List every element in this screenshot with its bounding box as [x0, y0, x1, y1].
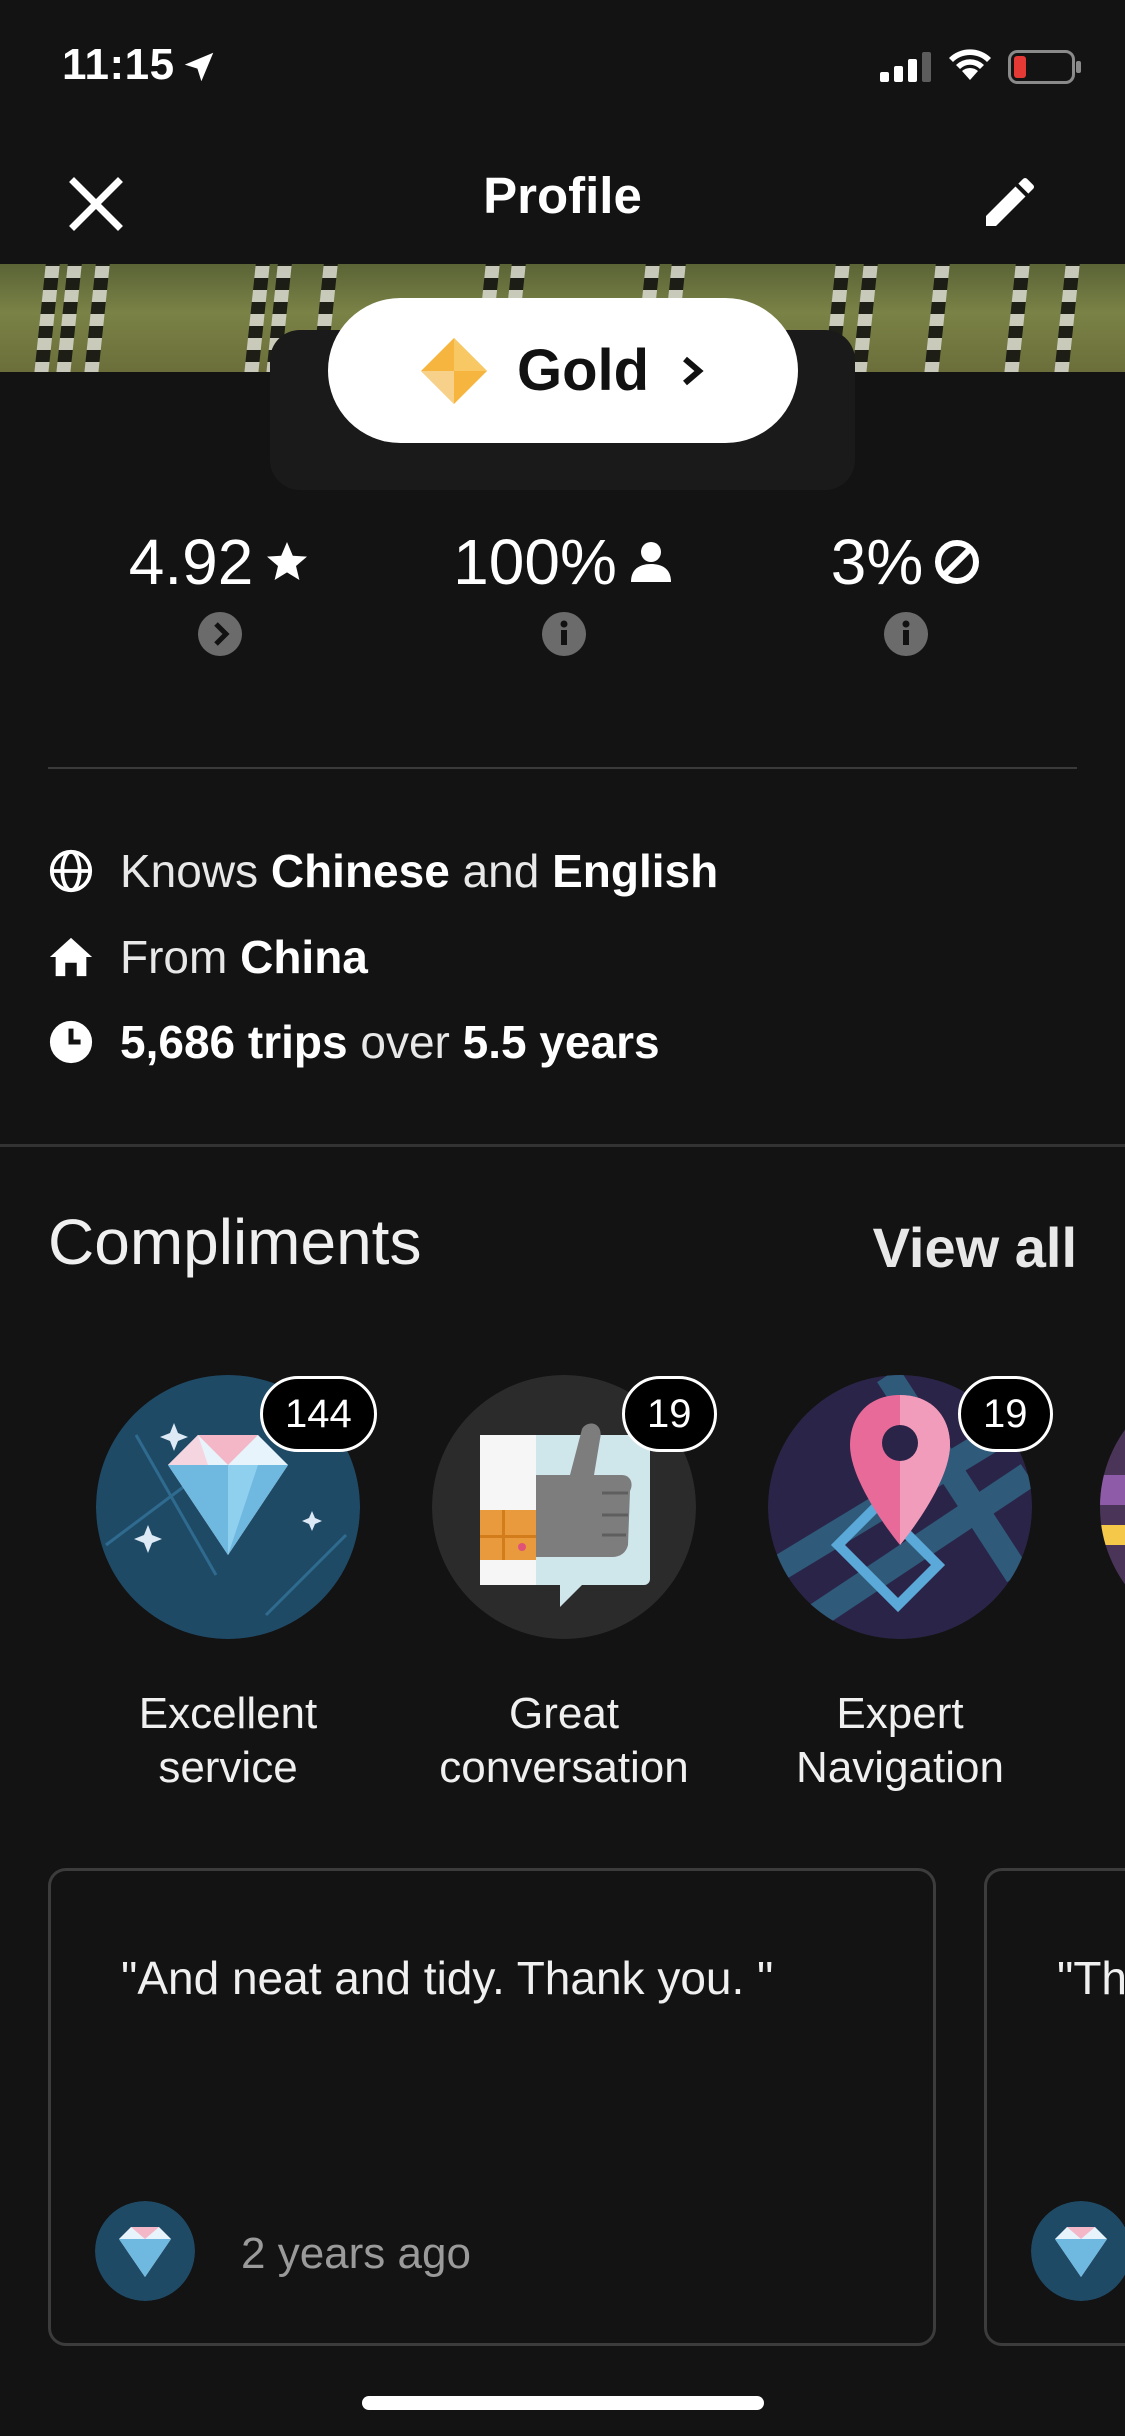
- clock-icon: [49, 1020, 93, 1064]
- diamond-badge-icon: [1031, 2201, 1125, 2301]
- compliment-count-badge: 19: [622, 1376, 717, 1452]
- languages-joiner: and: [462, 845, 540, 897]
- wifi-icon: [949, 49, 991, 80]
- chevron-right-circle-icon[interactable]: [197, 611, 243, 657]
- status-time: 11:15: [62, 40, 175, 89]
- languages-prefix: Knows: [120, 845, 259, 897]
- driving-duration: 5.5 years: [462, 1016, 660, 1068]
- signal-icon: [880, 52, 931, 82]
- edit-profile-button[interactable]: [970, 162, 1050, 242]
- compliment-label-line2: Navigation: [796, 1743, 1004, 1792]
- profile-screen: 11:15 Profile Gold 4.92 100% 3% Knows Ch…: [0, 0, 1125, 2436]
- acceptance-stat[interactable]: 100%: [446, 525, 682, 657]
- cancel-icon: [935, 540, 980, 584]
- language-2: English: [552, 845, 719, 897]
- review-card[interactable]: "And neat and tidy. Thank you. " 2 years…: [48, 1868, 936, 2346]
- origin-place: China: [240, 931, 368, 983]
- review-text: "And neat and tidy. Thank you. ": [121, 1952, 774, 2004]
- origin-fact: From China: [48, 930, 368, 984]
- section-divider: [0, 1144, 1125, 1147]
- trips-fact: 5,686 trips over 5.5 years: [48, 1015, 660, 1069]
- diamond-badge-icon: [95, 2201, 195, 2301]
- person-icon: [630, 542, 671, 582]
- info-icon[interactable]: [541, 611, 587, 657]
- battery-low-icon: [1008, 50, 1081, 84]
- divider: [48, 767, 1077, 769]
- rating-value: 4.92: [128, 526, 254, 598]
- review-timestamp: 2 years ago: [241, 2229, 471, 2278]
- review-text: "Th: [1057, 1952, 1125, 2004]
- home-icon: [49, 937, 93, 977]
- compliment-count-badge: 144: [260, 1376, 377, 1452]
- compliment-label-line1: Expert: [836, 1689, 964, 1738]
- location-arrow-icon: [184, 52, 214, 82]
- pencil-icon: [986, 177, 1035, 226]
- tier-label: Gold: [516, 338, 650, 403]
- compliment-label-line2: conversation: [439, 1743, 689, 1792]
- languages-fact: Knows Chinese and English: [48, 844, 718, 898]
- star-icon: [267, 542, 308, 580]
- compliment-count-badge: 19: [958, 1376, 1053, 1452]
- origin-prefix: From: [120, 931, 228, 983]
- cancellation-value: 3%: [830, 526, 924, 598]
- acceptance-value: 100%: [453, 526, 617, 598]
- status-bar: 11:15: [0, 0, 1125, 140]
- globe-icon: [49, 849, 93, 893]
- tier-badge-button[interactable]: Gold: [328, 298, 798, 443]
- trips-joiner: over: [360, 1016, 450, 1068]
- trip-count: 5,686 trips: [120, 1016, 348, 1068]
- review-card[interactable]: "Th: [984, 1868, 1125, 2346]
- compliment-label-line1: Excellent: [138, 1689, 318, 1738]
- view-all-compliments-link[interactable]: View all: [873, 1215, 1077, 1280]
- compliment-label-line2: service: [158, 1743, 298, 1792]
- nav-bar: Profile: [0, 140, 1125, 264]
- rating-stat[interactable]: 4.92: [128, 525, 312, 657]
- page-title: Profile: [483, 167, 642, 224]
- compliment-label-line1: Great: [508, 1689, 620, 1738]
- home-indicator[interactable]: [362, 2396, 764, 2410]
- gold-diamond-icon: [420, 337, 487, 404]
- compliments-heading: Compliments: [48, 1206, 422, 1278]
- language-1: Chinese: [270, 845, 450, 897]
- chevron-right-icon: [683, 356, 704, 385]
- compliment-badge-partial[interactable]: [1100, 1375, 1125, 1639]
- info-icon[interactable]: [883, 611, 929, 657]
- cancellation-stat[interactable]: 3%: [828, 525, 984, 657]
